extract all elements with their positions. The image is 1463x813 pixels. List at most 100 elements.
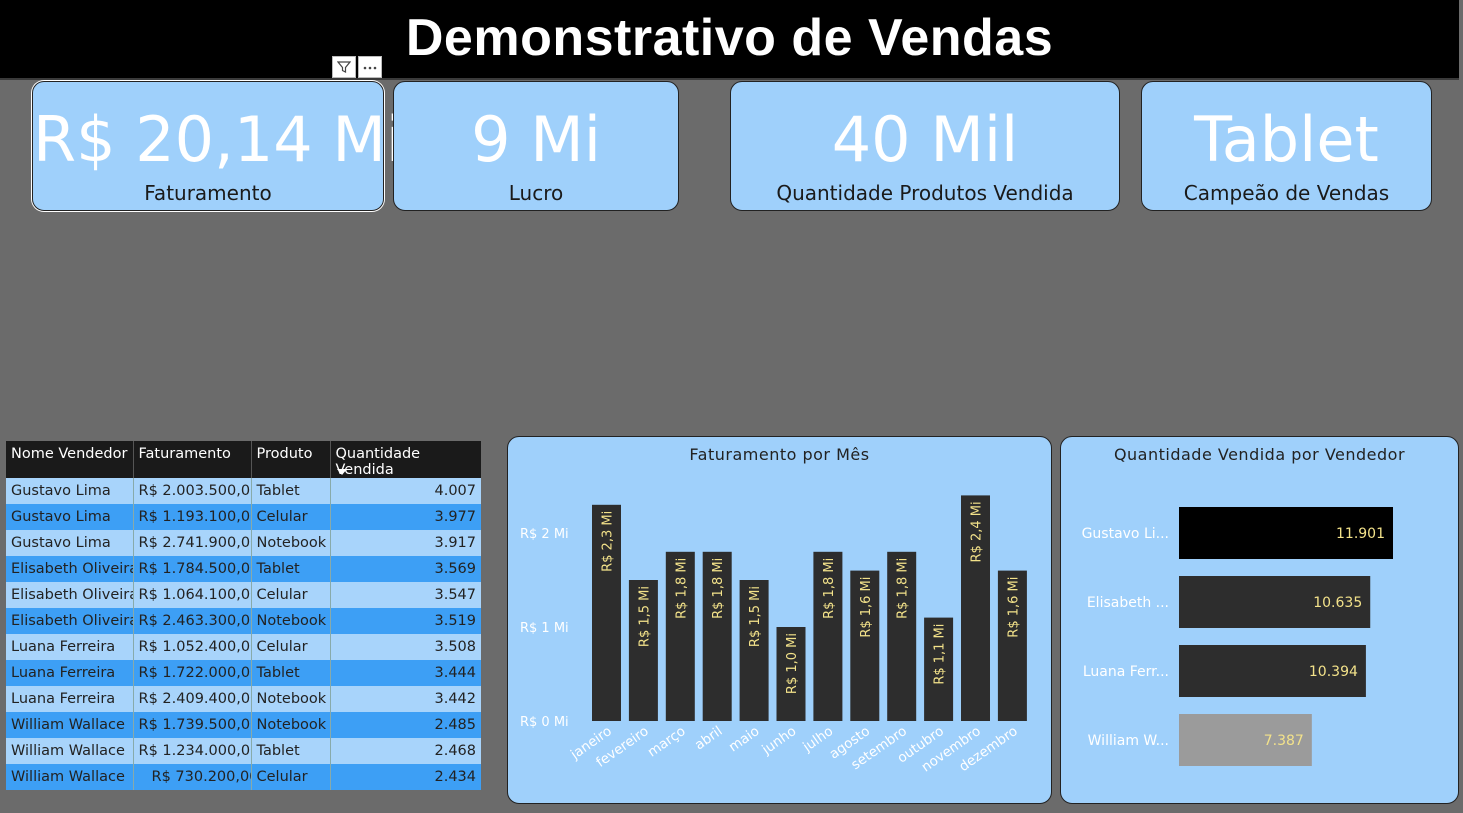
table-row[interactable]: Luana Ferreira R$ 1.052.400,00 Celular 3.50… (6, 634, 481, 660)
table-cell: R$ 1.064.100,00 (133, 582, 252, 608)
table-row[interactable]: William Wallace R$ 1.739.500,00 Notebook 2.… (6, 712, 481, 738)
table-cell: 3.917 (330, 530, 481, 556)
table-cell: Tablet (251, 738, 331, 764)
table-cell: Notebook (251, 712, 331, 738)
kpi-label: Lucro (508, 181, 564, 205)
table-cell: Gustavo Lima (6, 504, 134, 530)
data-label: 11.901 (1336, 526, 1385, 542)
table-cell: William Wallace (6, 764, 134, 790)
table-row[interactable]: Elisabeth Oliveira R$ 1.784.500,00 Tablet 3… (6, 556, 481, 582)
table-cell: Notebook (251, 686, 331, 712)
page-title: Demonstrativo de Vendas (405, 9, 1054, 67)
kpi-value: R$ 20,14 Mi (33, 103, 404, 176)
data-label: R$ 2,4 Mi (970, 501, 985, 562)
table-cell: Elisabeth Oliveira (6, 582, 134, 608)
y-tick-label: R$ 2 Mi (520, 527, 569, 542)
table-header-row: Nome Vendedor Faturamento Produto Quanti… (6, 441, 481, 478)
chart-faturamento-por-mes[interactable]: Faturamento por Mês R$ 0 Mi R$ 1 Mi R$ 2 M… (507, 436, 1052, 804)
x-tick-label: março (645, 723, 689, 760)
y-category-label: William W... (1088, 733, 1169, 749)
table-cell: Luana Ferreira (6, 686, 134, 712)
column-header[interactable]: Produto (251, 441, 331, 478)
data-label: R$ 1,5 Mi (748, 586, 763, 647)
table-cell: Tablet (251, 478, 331, 504)
data-label: R$ 1,6 Mi (1006, 577, 1021, 638)
table-cell: Tablet (251, 556, 331, 582)
table-cell: 3.977 (330, 504, 481, 530)
table-cell: Gustavo Lima (6, 530, 134, 556)
month-bar-chart: R$ 0 MiR$ 1 MiR$ 2 Mi R$ 2,3 MijaneiroR$ … (520, 495, 1027, 775)
kpi-label: Campeão de Vendas (1183, 181, 1390, 205)
table-row[interactable]: Luana Ferreira R$ 2.409.400,00 Notebook 3.4… (6, 686, 481, 712)
data-label: R$ 2,3 Mi (601, 511, 616, 572)
chart-quantidade-por-vendedor[interactable]: Quantidade Vendida por Vendedor 11.901 Gu… (1060, 436, 1459, 804)
table-cell: R$ 730.200,00 (133, 764, 252, 790)
table-cell: R$ 1.722.000,00 (133, 660, 252, 686)
table-cell: 3.508 (330, 634, 481, 660)
data-label: R$ 1,8 Mi (822, 558, 837, 619)
table-cell: Notebook (251, 608, 331, 634)
column-header[interactable]: Nome Vendedor (6, 441, 134, 478)
table-cell: Celular (251, 582, 331, 608)
table-cell: R$ 2.463.300,00 (133, 608, 252, 634)
data-label: R$ 1,8 Mi (711, 558, 726, 619)
table-cell: 3.519 (330, 608, 481, 634)
table-cell: 2.468 (330, 738, 481, 764)
table-row[interactable]: William Wallace R$ 1.234.000,00 Tablet 2.46… (6, 738, 481, 764)
sales-table[interactable]: Nome Vendedor Faturamento Produto Quanti… (6, 441, 481, 790)
table-cell: Tablet (251, 660, 331, 686)
kpi-value: 40 Mil (831, 103, 1019, 176)
table-cell: R$ 1.052.400,00 (133, 634, 252, 660)
table-row[interactable]: Elisabeth Oliveira R$ 1.064.100,00 Celular… (6, 582, 481, 608)
table-cell: R$ 2.409.400,00 (133, 686, 252, 712)
seller-bar-chart: 11.901 Gustavo Li... 10.635 Elisabeth ... 10… (1082, 507, 1393, 766)
table-cell: 3.444 (330, 660, 481, 686)
data-label: R$ 1,8 Mi (896, 558, 911, 619)
column-header-sorted[interactable]: Quantidade Vendida (330, 441, 481, 478)
column-header-label: Quantidade Vendida (335, 446, 421, 478)
table-cell: William Wallace (6, 738, 134, 764)
kpi-card-quantidade[interactable]: 40 Mil Quantidade Produtos Vendida (730, 81, 1120, 211)
table-cell: 3.442 (330, 686, 481, 712)
y-category-label: Luana Ferr... (1083, 664, 1169, 680)
table-row[interactable]: Gustavo Lima R$ 2.741.900,00 Notebook 3.917 (6, 530, 481, 556)
y-category-label: Gustavo Li... (1082, 526, 1169, 542)
table-row[interactable]: Elisabeth Oliveira R$ 2.463.300,00 Noteboo… (6, 608, 481, 634)
more-options-button[interactable] (358, 56, 382, 78)
table-row[interactable]: Gustavo Lima R$ 1.193.100,00 Celular 3.977 (6, 504, 481, 530)
kpi-value: Tablet (1194, 103, 1379, 176)
table-row[interactable]: William Wallace R$ 730.200,00 Celular 2.434 (6, 764, 481, 790)
table-cell: Celular (251, 504, 331, 530)
data-label: 10.635 (1313, 595, 1362, 611)
filter-icon (337, 61, 351, 73)
table-cell: 3.569 (330, 556, 481, 582)
table-row[interactable]: Luana Ferreira R$ 1.722.000,00 Tablet 3.444 (6, 660, 481, 686)
table-cell: R$ 2.003.500,00 (133, 478, 252, 504)
table-row[interactable]: Gustavo Lima R$ 2.003.500,00 Tablet 4.007 (6, 478, 481, 504)
table-cell: Luana Ferreira (6, 660, 134, 686)
kpi-card-faturamento[interactable]: R$ 20,14 Mi Faturamento (32, 81, 404, 211)
kpi-label: Quantidade Produtos Vendida (776, 181, 1074, 205)
kpi-label: Faturamento (144, 181, 272, 205)
x-tick-label: abril (692, 723, 726, 753)
x-tick-label: junho (758, 723, 799, 758)
table-cell: Notebook (251, 530, 331, 556)
table-cell: R$ 1.784.500,00 (133, 556, 252, 582)
table-cell: R$ 2.741.900,00 (133, 530, 252, 556)
table-cell: R$ 1.739.500,00 (133, 712, 252, 738)
table-cell: Gustavo Lima (6, 478, 134, 504)
table-cell: 2.485 (330, 712, 481, 738)
table-cell: Elisabeth Oliveira (6, 608, 134, 634)
x-tick-label: maio (726, 723, 763, 755)
kpi-card-campeao[interactable]: Tablet Campeão de Vendas (1141, 81, 1432, 211)
data-label: R$ 1,5 Mi (637, 586, 652, 647)
table-cell: Elisabeth Oliveira (6, 556, 134, 582)
table-cell: Celular (251, 764, 331, 790)
filter-button[interactable] (332, 56, 356, 78)
column-header[interactable]: Faturamento (133, 441, 252, 478)
table-cell: Luana Ferreira (6, 634, 134, 660)
kpi-card-lucro[interactable]: 9 Mi Lucro (393, 81, 679, 211)
sort-descending-icon (336, 469, 347, 475)
table-cell: Celular (251, 634, 331, 660)
table-cell: 3.547 (330, 582, 481, 608)
